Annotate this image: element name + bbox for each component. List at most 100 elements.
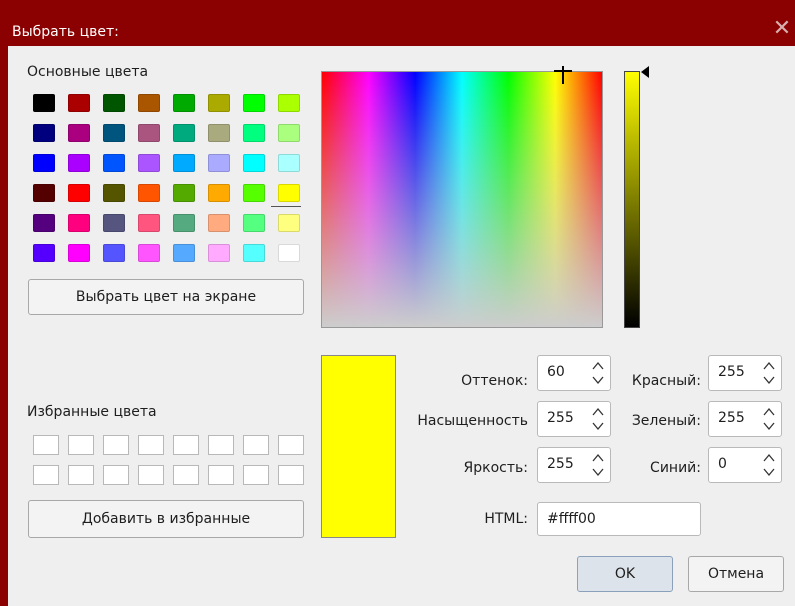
saturation-label: Насыщенность bbox=[417, 413, 528, 429]
value-slider[interactable] bbox=[624, 71, 640, 328]
basic-color-swatch[interactable] bbox=[138, 154, 160, 172]
basic-color-swatch[interactable] bbox=[173, 244, 195, 262]
slider-arrow-icon[interactable] bbox=[641, 66, 649, 78]
custom-color-swatch[interactable] bbox=[138, 465, 164, 485]
basic-color-swatch[interactable] bbox=[173, 184, 195, 202]
add-to-custom-button[interactable]: Добавить в избранные bbox=[28, 500, 304, 538]
crosshair-icon bbox=[554, 66, 572, 84]
dialog-body: Основные цвета Выбрать цвет на экране Из… bbox=[8, 46, 795, 606]
green-label: Зеленый: bbox=[631, 413, 701, 429]
custom-color-swatch[interactable] bbox=[33, 465, 59, 485]
basic-color-swatch[interactable] bbox=[103, 184, 125, 202]
value-label: Яркость: bbox=[463, 460, 528, 476]
spin-arrows-icon[interactable] bbox=[591, 406, 605, 432]
custom-color-swatch[interactable] bbox=[33, 435, 59, 455]
basic-color-swatch[interactable] bbox=[68, 94, 90, 112]
hue-saturation-picker[interactable] bbox=[321, 66, 603, 328]
basic-color-swatch[interactable] bbox=[33, 184, 55, 202]
spin-arrows-icon[interactable] bbox=[762, 406, 776, 432]
basic-color-swatch[interactable] bbox=[278, 244, 300, 262]
basic-color-swatch[interactable] bbox=[68, 124, 90, 142]
custom-color-swatch[interactable] bbox=[173, 465, 199, 485]
custom-color-swatch[interactable] bbox=[173, 435, 199, 455]
basic-color-swatch[interactable] bbox=[138, 214, 160, 232]
basic-color-swatch[interactable] bbox=[138, 124, 160, 142]
custom-color-swatch[interactable] bbox=[68, 435, 94, 455]
saturation-spinbox[interactable]: 255 bbox=[537, 401, 611, 437]
basic-color-swatch[interactable] bbox=[208, 184, 230, 202]
basic-color-swatch[interactable] bbox=[103, 124, 125, 142]
basic-color-swatch[interactable] bbox=[173, 124, 195, 142]
basic-color-swatch[interactable] bbox=[243, 124, 265, 142]
saturation-value: 255 bbox=[547, 410, 574, 426]
hue-spinbox[interactable]: 60 bbox=[537, 355, 611, 391]
basic-color-swatch[interactable] bbox=[33, 124, 55, 142]
custom-color-swatch[interactable] bbox=[103, 435, 129, 455]
basic-color-swatch[interactable] bbox=[68, 244, 90, 262]
title-bar[interactable]: Выбрать цвет: ✕ bbox=[0, 0, 795, 46]
basic-color-swatch[interactable] bbox=[278, 124, 300, 142]
basic-color-swatch[interactable] bbox=[33, 94, 55, 112]
close-icon: ✕ bbox=[772, 16, 792, 41]
basic-color-swatch[interactable] bbox=[103, 214, 125, 232]
color-preview bbox=[321, 355, 396, 538]
basic-color-swatch[interactable] bbox=[208, 244, 230, 262]
window-title: Выбрать цвет: bbox=[12, 24, 119, 40]
basic-color-swatch[interactable] bbox=[208, 124, 230, 142]
basic-color-swatch[interactable] bbox=[103, 154, 125, 172]
basic-color-swatch[interactable] bbox=[173, 154, 195, 172]
spin-arrows-icon[interactable] bbox=[762, 360, 776, 386]
spin-arrows-icon[interactable] bbox=[591, 360, 605, 386]
basic-color-swatch[interactable] bbox=[243, 184, 265, 202]
basic-color-swatch[interactable] bbox=[278, 94, 300, 112]
html-hex-input[interactable]: #ffff00 bbox=[537, 502, 701, 536]
basic-color-swatch[interactable] bbox=[243, 154, 265, 172]
basic-color-swatch[interactable] bbox=[173, 214, 195, 232]
basic-color-swatch[interactable] bbox=[33, 214, 55, 232]
basic-color-swatch[interactable] bbox=[278, 154, 300, 172]
basic-color-swatch[interactable] bbox=[243, 94, 265, 112]
pick-screen-color-button[interactable]: Выбрать цвет на экране bbox=[28, 279, 304, 315]
basic-color-swatch[interactable] bbox=[68, 154, 90, 172]
custom-color-swatch[interactable] bbox=[208, 465, 234, 485]
basic-color-swatch[interactable] bbox=[138, 184, 160, 202]
basic-color-swatch[interactable] bbox=[208, 94, 230, 112]
ok-button[interactable]: OK bbox=[577, 556, 673, 592]
custom-color-swatch[interactable] bbox=[243, 465, 269, 485]
custom-color-swatch[interactable] bbox=[278, 465, 304, 485]
basic-colors-label: Основные цвета bbox=[27, 64, 149, 80]
blue-label: Синий: bbox=[650, 460, 701, 476]
basic-color-swatch[interactable] bbox=[138, 94, 160, 112]
custom-color-swatch[interactable] bbox=[138, 435, 164, 455]
custom-color-swatch[interactable] bbox=[208, 435, 234, 455]
custom-color-swatch[interactable] bbox=[68, 465, 94, 485]
value-spinbox[interactable]: 255 bbox=[537, 447, 611, 483]
cancel-button[interactable]: Отмена bbox=[688, 556, 784, 592]
basic-color-swatch[interactable] bbox=[103, 94, 125, 112]
blue-spinbox[interactable]: 0 bbox=[708, 447, 782, 483]
custom-color-swatch[interactable] bbox=[278, 435, 304, 455]
basic-color-swatch[interactable] bbox=[278, 214, 300, 232]
basic-color-swatch[interactable] bbox=[138, 244, 160, 262]
basic-color-swatch[interactable] bbox=[243, 244, 265, 262]
custom-color-swatch[interactable] bbox=[103, 465, 129, 485]
green-spinbox[interactable]: 255 bbox=[708, 401, 782, 437]
basic-color-swatch[interactable] bbox=[33, 244, 55, 262]
basic-color-swatch[interactable] bbox=[278, 184, 300, 202]
spin-arrows-icon[interactable] bbox=[591, 452, 605, 478]
basic-color-swatch[interactable] bbox=[33, 154, 55, 172]
basic-color-swatch[interactable] bbox=[208, 214, 230, 232]
close-button[interactable]: ✕ bbox=[770, 17, 794, 41]
custom-color-swatch[interactable] bbox=[243, 435, 269, 455]
basic-color-swatch[interactable] bbox=[243, 214, 265, 232]
red-spinbox[interactable]: 255 bbox=[708, 355, 782, 391]
html-hex-value: #ffff00 bbox=[547, 511, 596, 527]
spin-arrows-icon[interactable] bbox=[762, 452, 776, 478]
basic-color-swatch[interactable] bbox=[208, 154, 230, 172]
basic-color-swatch[interactable] bbox=[68, 214, 90, 232]
html-label: HTML: bbox=[484, 511, 528, 527]
basic-color-swatch[interactable] bbox=[173, 94, 195, 112]
basic-color-swatch[interactable] bbox=[68, 184, 90, 202]
value-value: 255 bbox=[547, 456, 574, 472]
basic-color-swatch[interactable] bbox=[103, 244, 125, 262]
